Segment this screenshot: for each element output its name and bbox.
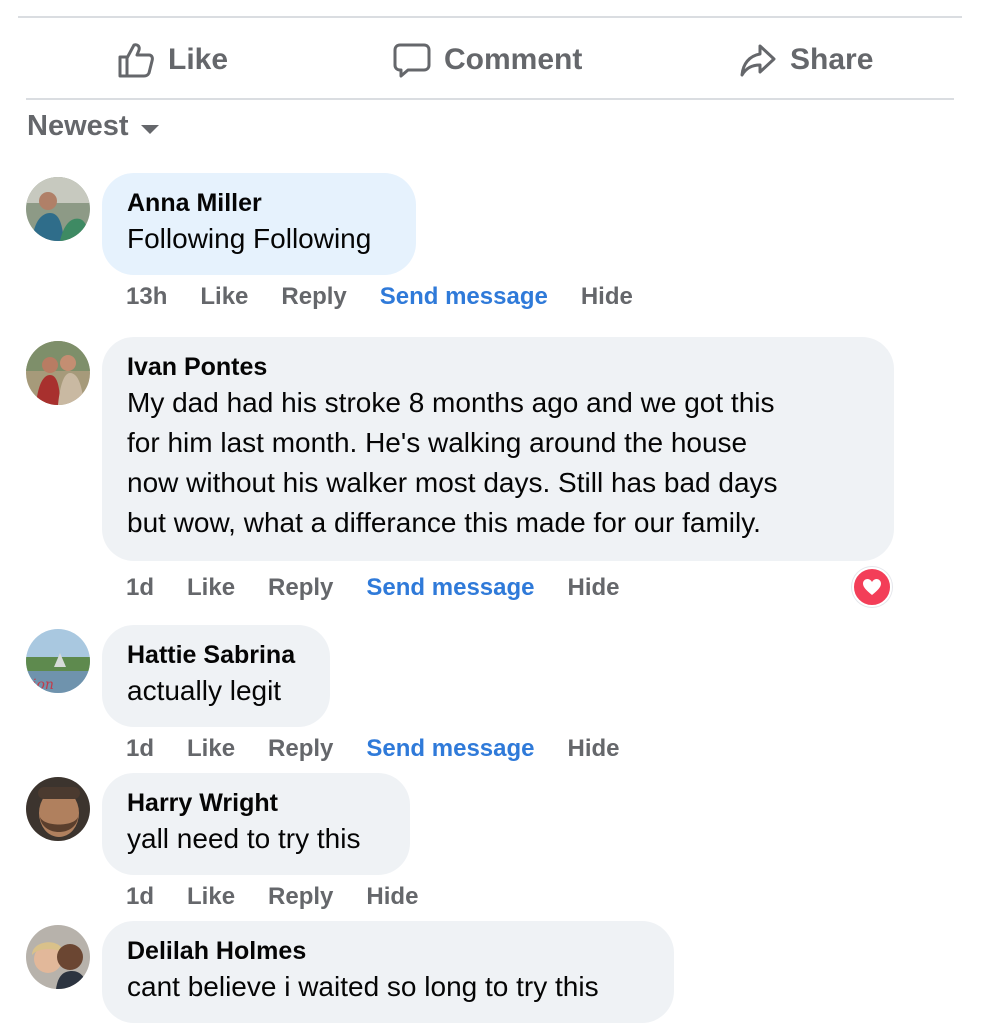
top-divider (18, 16, 962, 18)
comment-like-button[interactable]: Like (200, 283, 248, 311)
comment-bubble: Delilah Holmes cant believe i waited so … (102, 921, 674, 1023)
heart-icon (863, 579, 881, 595)
sort-dropdown[interactable]: Newest (27, 110, 159, 143)
avatar[interactable]: ion (26, 629, 90, 693)
love-reaction-badge[interactable] (852, 567, 892, 607)
comment-reply-button[interactable]: Reply (281, 283, 346, 311)
comment-time[interactable]: 13h (126, 283, 167, 311)
sort-label: Newest (27, 110, 129, 142)
comment-hide-button[interactable]: Hide (581, 283, 633, 311)
comment-time[interactable]: 1d (126, 883, 154, 911)
speech-bubble-icon (393, 43, 431, 78)
comment-like-button[interactable]: Like (187, 574, 235, 602)
comment-reply-button[interactable]: Reply (268, 574, 333, 602)
comment-text: Following Following (127, 223, 372, 254)
comment-author[interactable]: Hattie Sabrina (127, 639, 306, 671)
comment-reply-button[interactable]: Reply (268, 883, 333, 911)
comment-button[interactable]: Comment (392, 22, 582, 98)
comment-author[interactable]: Harry Wright (127, 787, 386, 819)
comment-author[interactable]: Anna Miller (127, 187, 392, 219)
avatar[interactable] (26, 777, 90, 841)
comment-text: yall need to try this (127, 823, 361, 854)
thumbs-up-icon (118, 43, 154, 78)
share-button[interactable]: Share (738, 22, 873, 98)
send-message-link[interactable]: Send message (366, 735, 534, 763)
comment-hide-button[interactable]: Hide (568, 735, 620, 763)
comment-like-button[interactable]: Like (187, 735, 235, 763)
comment-reply-button[interactable]: Reply (268, 735, 333, 763)
comment-bubble: Harry Wright yall need to try this (102, 773, 410, 875)
comment-actions: 1d Like Reply Send message Hide (126, 735, 653, 763)
comment-text-line: My dad had his stroke 8 months ago and w… (127, 387, 775, 418)
avatar[interactable] (26, 925, 90, 989)
share-label: Share (790, 43, 874, 76)
comment-hide-button[interactable]: Hide (366, 883, 418, 911)
comment-time[interactable]: 1d (126, 735, 154, 763)
send-message-link[interactable]: Send message (366, 574, 534, 602)
action-divider (26, 98, 954, 100)
post-action-bar: Like Comment Share (18, 22, 962, 98)
comment-text-line: now without his walker most days. Still … (127, 467, 778, 498)
comment-author[interactable]: Ivan Pontes (127, 351, 870, 383)
avatar[interactable] (26, 341, 90, 405)
comment-text-line: but wow, what a differance this made for… (127, 507, 761, 538)
comment-actions: 1d Like Reply Hide (126, 883, 451, 911)
svg-text:ion: ion (32, 677, 54, 693)
comment-like-button[interactable]: Like (187, 883, 235, 911)
like-label: Like (168, 43, 229, 76)
comment-bubble: Ivan Pontes My dad had his stroke 8 mont… (102, 337, 894, 561)
comment-hide-button[interactable]: Hide (568, 574, 620, 602)
comment-author[interactable]: Delilah Holmes (127, 935, 650, 967)
avatar[interactable] (26, 177, 90, 241)
comment-label: Comment (444, 43, 583, 76)
share-arrow-icon (740, 44, 776, 77)
like-button[interactable]: Like (116, 22, 228, 98)
comment-actions: 1d Like Reply Send message Hide (126, 574, 653, 602)
comment-text: actually legit (127, 675, 282, 706)
comment-actions: 13h Like Reply Send message Hide (126, 283, 666, 311)
comment-bubble: Anna Miller Following Following (102, 173, 416, 275)
send-message-link[interactable]: Send message (380, 283, 548, 311)
comment-text: cant believe i waited so long to try thi… (127, 971, 599, 1002)
caret-down-icon (140, 124, 159, 134)
comment-bubble: Hattie Sabrina actually legit (102, 625, 330, 727)
comment-time[interactable]: 1d (126, 574, 154, 602)
comment-text-line: for him last month. He's walking around … (127, 427, 748, 458)
